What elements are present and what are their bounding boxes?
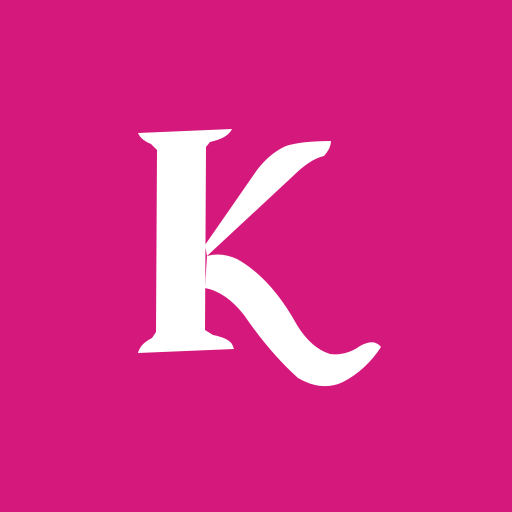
k-logo-icon — [138, 129, 381, 387]
k-leg — [205, 254, 381, 387]
app-icon — [0, 0, 512, 512]
k-arm — [205, 141, 331, 256]
